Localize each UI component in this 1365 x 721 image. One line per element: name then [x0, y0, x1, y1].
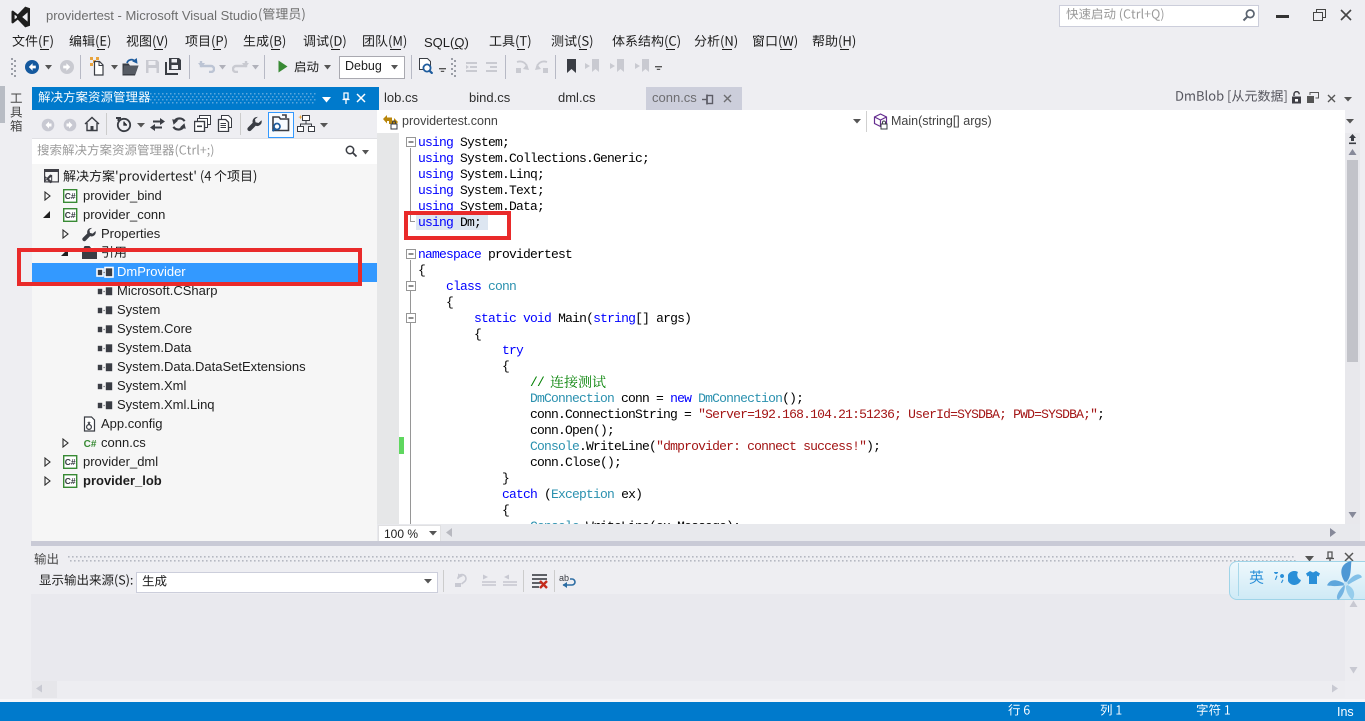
svg-text:ab: ab — [559, 573, 569, 583]
